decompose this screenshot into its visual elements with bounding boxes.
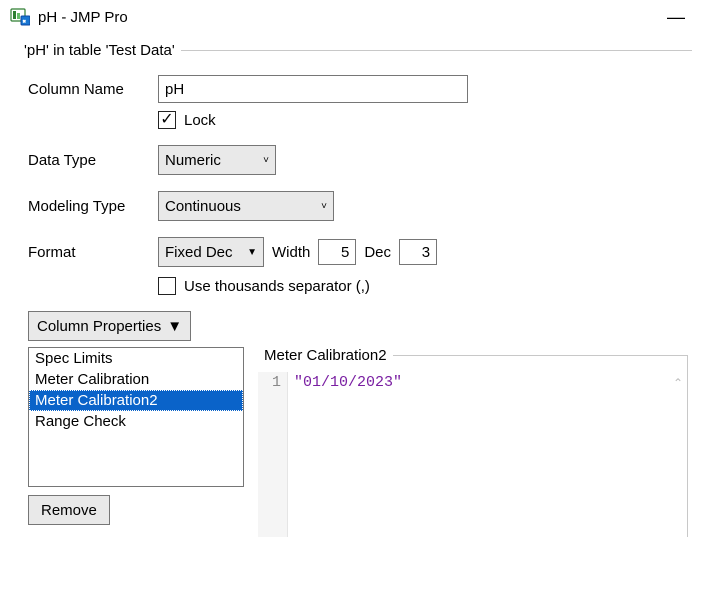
format-select[interactable]: Fixed Dec ▼ xyxy=(158,237,264,267)
modeling-type-label: Modeling Type xyxy=(28,198,158,215)
list-item[interactable]: Range Check xyxy=(29,411,243,432)
title-bar: pH - JMP Pro — xyxy=(0,0,706,38)
lock-label: Lock xyxy=(184,112,216,129)
group-legend: 'pH' in table 'Test Data' xyxy=(24,42,181,59)
column-name-input[interactable] xyxy=(158,75,468,103)
caret-down-icon: ▼ xyxy=(167,318,182,335)
format-value: Fixed Dec xyxy=(165,244,233,261)
dec-input[interactable] xyxy=(399,239,437,265)
script-code[interactable]: "01/10/2023" xyxy=(288,372,687,537)
script-editor[interactable]: 1 "01/10/2023" ⌃ xyxy=(258,372,687,537)
column-properties-list[interactable]: Spec LimitsMeter CalibrationMeter Calibr… xyxy=(28,347,244,487)
property-detail-legend: Meter Calibration2 xyxy=(258,347,393,364)
list-item[interactable]: Meter Calibration2 xyxy=(29,390,243,411)
format-label: Format xyxy=(28,244,158,261)
thousands-label: Use thousands separator (,) xyxy=(184,278,370,295)
data-type-label: Data Type xyxy=(28,152,158,169)
width-label: Width xyxy=(272,244,310,261)
remove-label: Remove xyxy=(41,502,97,519)
modeling-type-select[interactable]: Continuous ˅ xyxy=(158,191,334,221)
width-input[interactable] xyxy=(318,239,356,265)
lock-checkbox-box[interactable]: ✓ xyxy=(158,111,176,129)
data-type-value: Numeric xyxy=(165,152,221,169)
window-title: pH - JMP Pro xyxy=(38,9,656,26)
thousands-checkbox-box[interactable] xyxy=(158,277,176,295)
scroll-up-icon[interactable]: ⌃ xyxy=(673,376,683,390)
minimize-button[interactable]: — xyxy=(656,7,696,28)
list-item[interactable]: Spec Limits xyxy=(29,348,243,369)
app-icon xyxy=(10,7,30,27)
thousands-checkbox[interactable]: Use thousands separator (,) xyxy=(158,277,370,295)
modeling-type-value: Continuous xyxy=(165,198,241,215)
chevron-down-icon: ˅ xyxy=(263,155,269,166)
column-properties-button[interactable]: Column Properties ▼ xyxy=(28,311,191,341)
chevron-down-icon: ˅ xyxy=(321,201,327,212)
property-detail-group: Meter Calibration2 1 "01/10/2023" ⌃ xyxy=(258,347,688,537)
check-icon: ✓ xyxy=(160,112,173,128)
list-item[interactable]: Meter Calibration xyxy=(29,369,243,390)
lock-checkbox[interactable]: ✓ Lock xyxy=(158,111,216,129)
script-gutter: 1 xyxy=(258,372,288,537)
column-name-label: Column Name xyxy=(28,81,158,98)
data-type-select[interactable]: Numeric ˅ xyxy=(158,145,276,175)
remove-button[interactable]: Remove xyxy=(28,495,110,525)
column-info-group: 'pH' in table 'Test Data' Column Name ✓ … xyxy=(24,42,692,537)
dec-label: Dec xyxy=(364,244,391,261)
caret-down-icon: ▼ xyxy=(247,247,257,258)
column-properties-label: Column Properties xyxy=(37,318,161,335)
